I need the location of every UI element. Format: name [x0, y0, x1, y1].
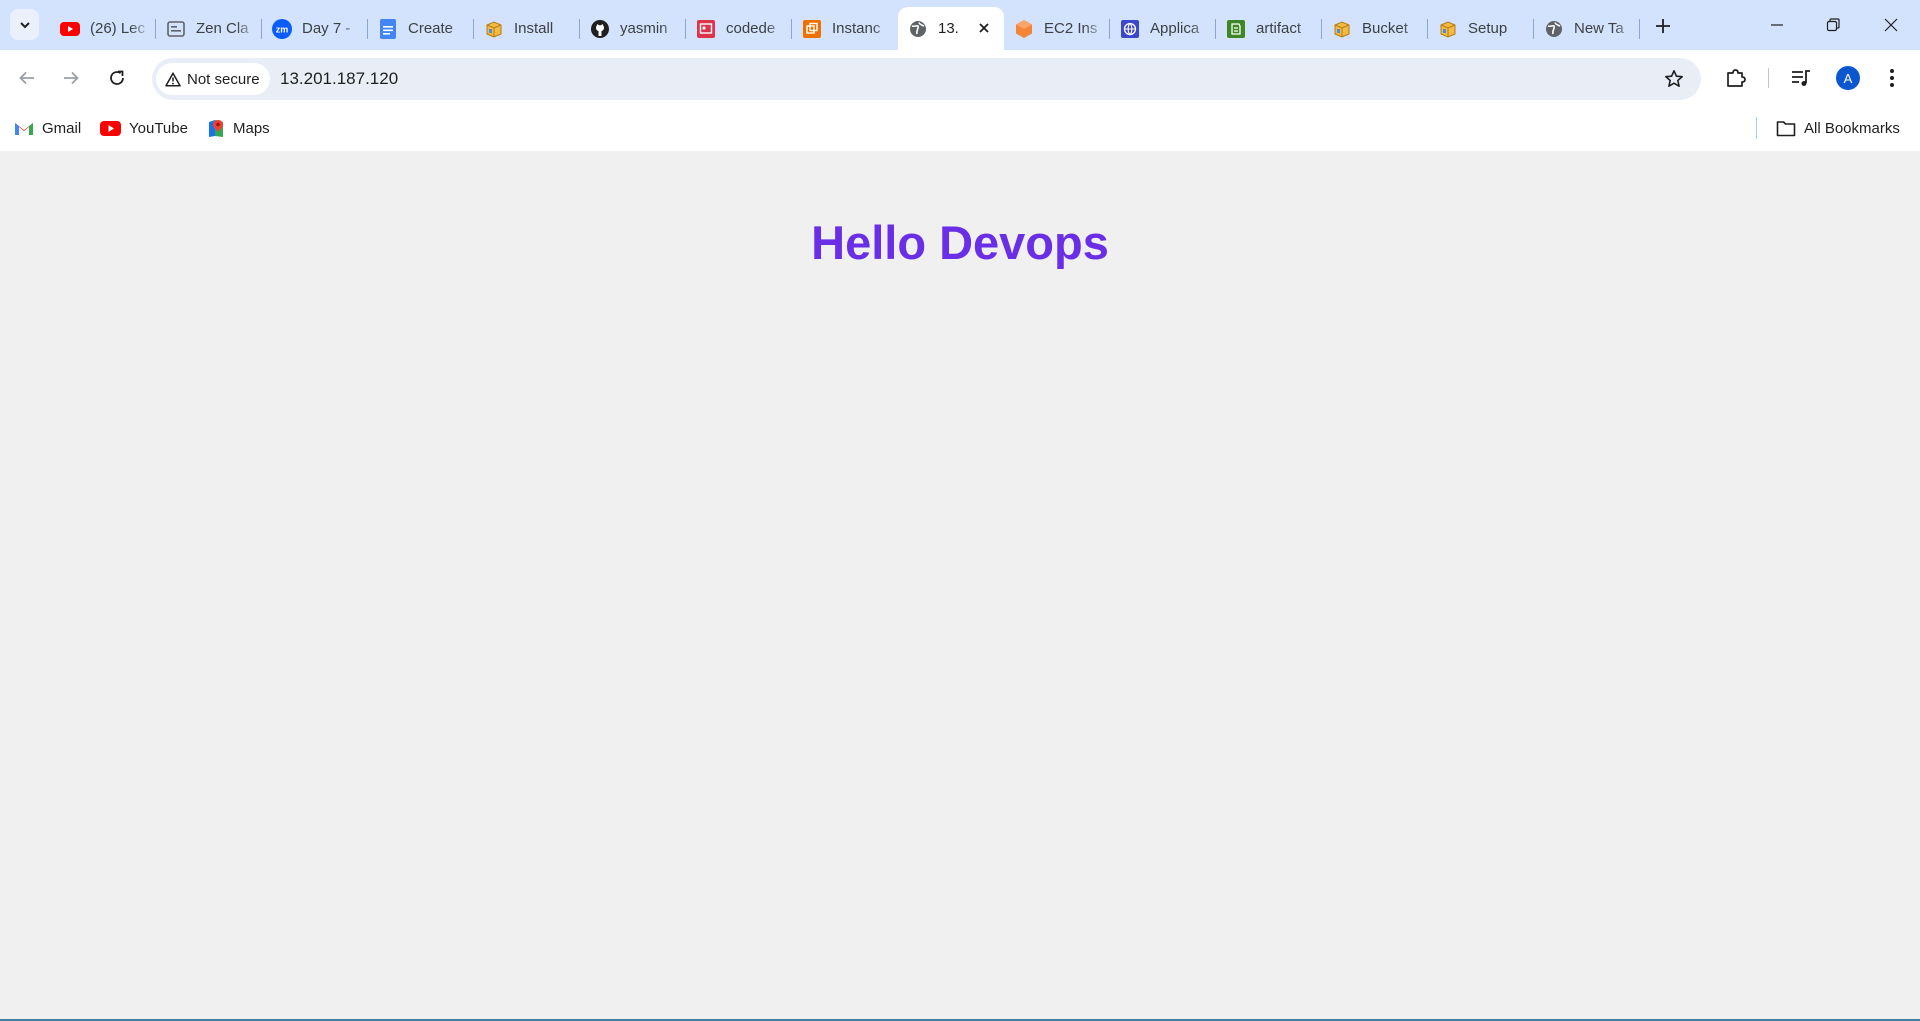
tab-zoom-day7[interactable]: zm Day 7 -: [262, 7, 368, 50]
tab-title: Setup: [1468, 20, 1508, 37]
puzzle-icon: [1727, 69, 1746, 87]
tab-title: Day 7 -: [302, 20, 351, 37]
tab-application[interactable]: Applica: [1110, 7, 1216, 50]
google-docs-icon: [378, 18, 398, 39]
package-icon: [1438, 19, 1458, 39]
minimize-button[interactable]: [1760, 10, 1794, 40]
tab-title: Create: [408, 20, 454, 37]
tab-title: Applica: [1150, 20, 1200, 37]
reload-button[interactable]: [102, 63, 132, 93]
extensions-button[interactable]: [1722, 64, 1750, 92]
aws-ec2-icon: [1014, 19, 1034, 39]
tab-title: yasmin: [620, 20, 668, 37]
tab-create-doc[interactable]: Create: [368, 7, 474, 50]
tab-title: Instanc: [832, 20, 881, 37]
more-vertical-icon: [1890, 69, 1894, 87]
tab-title: EC2 Ins: [1044, 20, 1098, 37]
github-icon: [590, 19, 610, 39]
youtube-icon: [100, 120, 121, 136]
zoom-icon: zm: [272, 18, 292, 39]
bookmark-star-button[interactable]: [1663, 68, 1685, 90]
tab-title: codede: [726, 20, 776, 37]
page-content: Hello Devops: [0, 151, 1920, 1021]
tab-zen-class[interactable]: Zen Cla: [156, 7, 262, 50]
page-heading: Hello Devops: [811, 216, 1109, 269]
bookmark-youtube[interactable]: YouTube: [100, 116, 188, 140]
globe-icon: [908, 19, 928, 39]
tab-title: 13.: [938, 20, 959, 37]
aws-codeartifact-icon: [1226, 19, 1246, 39]
tab-search-button[interactable]: [10, 9, 39, 40]
bookmarks-bar: Gmail YouTube Maps All Bookmarks: [0, 107, 1920, 151]
browser-menu-button[interactable]: [1878, 64, 1906, 92]
close-window-button[interactable]: [1874, 10, 1908, 40]
tab-strip: (26) Lec Zen Cla zm Day 7 - Create Insta…: [0, 0, 1920, 50]
arrow-left-icon: [19, 71, 34, 85]
playlist-music-icon: [1792, 70, 1810, 86]
tab-title: (26) Lec: [90, 20, 146, 37]
globe-icon: [1544, 19, 1564, 39]
security-label: Not secure: [187, 70, 260, 88]
tab-active-ip[interactable]: 13.: [898, 7, 1004, 50]
profile-avatar[interactable]: A: [1836, 66, 1860, 90]
svg-text:zm: zm: [276, 24, 289, 34]
bookmark-label: Maps: [233, 119, 270, 137]
site-info-chip[interactable]: Not secure: [156, 63, 270, 95]
tab-title: Install: [514, 20, 554, 37]
plus-icon: [1656, 19, 1670, 33]
address-bar[interactable]: Not secure 13.201.187.120: [152, 58, 1701, 100]
warning-icon: [165, 71, 181, 87]
aws-codedeploy-icon: [696, 19, 716, 39]
close-tab-icon[interactable]: [976, 20, 992, 36]
tab-instances[interactable]: Instanc: [792, 7, 898, 50]
tab-codedeploy[interactable]: codede: [686, 7, 792, 50]
tab-title: artifact: [1256, 20, 1302, 37]
restore-icon: [1826, 18, 1840, 32]
web-app-icon: [1120, 19, 1140, 39]
all-bookmarks-label: All Bookmarks: [1804, 119, 1900, 137]
gmail-icon: [15, 123, 33, 135]
reload-icon: [110, 70, 124, 85]
bookmark-label: YouTube: [129, 119, 188, 137]
zen-class-icon: [166, 19, 186, 39]
tab-ec2-instances[interactable]: EC2 Ins: [1004, 7, 1110, 50]
url-text[interactable]: 13.201.187.120: [280, 69, 398, 89]
media-controls-button[interactable]: [1787, 64, 1815, 92]
tab-list: (26) Lec Zen Cla zm Day 7 - Create Insta…: [50, 7, 1640, 50]
arrow-right-icon: [64, 71, 79, 85]
youtube-icon: [60, 19, 80, 39]
forward-button[interactable]: [56, 63, 86, 93]
star-icon: [1665, 70, 1683, 87]
tab-setup[interactable]: Setup: [1428, 7, 1534, 50]
tab-install[interactable]: Install: [474, 7, 580, 50]
tab-title: Zen Cla: [196, 20, 249, 37]
bookmark-maps[interactable]: Maps: [207, 116, 270, 140]
bookmark-label: Gmail: [42, 119, 82, 137]
tab-youtube-lecture[interactable]: (26) Lec: [50, 7, 156, 50]
package-icon: [1332, 19, 1352, 39]
tab-title: Bucket: [1362, 20, 1408, 37]
tab-bucket[interactable]: Bucket: [1322, 7, 1428, 50]
browser-toolbar: Not secure 13.201.187.120 A: [0, 50, 1920, 107]
restore-button[interactable]: [1816, 10, 1850, 40]
minimize-icon: [1771, 24, 1783, 26]
chevron-down-icon: [19, 21, 30, 28]
maps-icon: [209, 120, 223, 137]
aws-instance-icon: [802, 19, 822, 39]
all-bookmarks-button[interactable]: All Bookmarks: [1776, 116, 1900, 140]
tab-github-yasmin[interactable]: yasmin: [580, 7, 686, 50]
bookmark-gmail[interactable]: Gmail: [14, 116, 81, 140]
close-icon: [1884, 18, 1898, 32]
tab-artifact[interactable]: artifact: [1216, 7, 1322, 50]
new-tab-button[interactable]: [1651, 14, 1675, 38]
tab-title: New Ta: [1574, 20, 1624, 37]
tab-new-tab[interactable]: New Ta: [1534, 7, 1640, 50]
back-button[interactable]: [12, 63, 42, 93]
folder-icon: [1776, 120, 1796, 136]
package-icon: [484, 19, 504, 39]
